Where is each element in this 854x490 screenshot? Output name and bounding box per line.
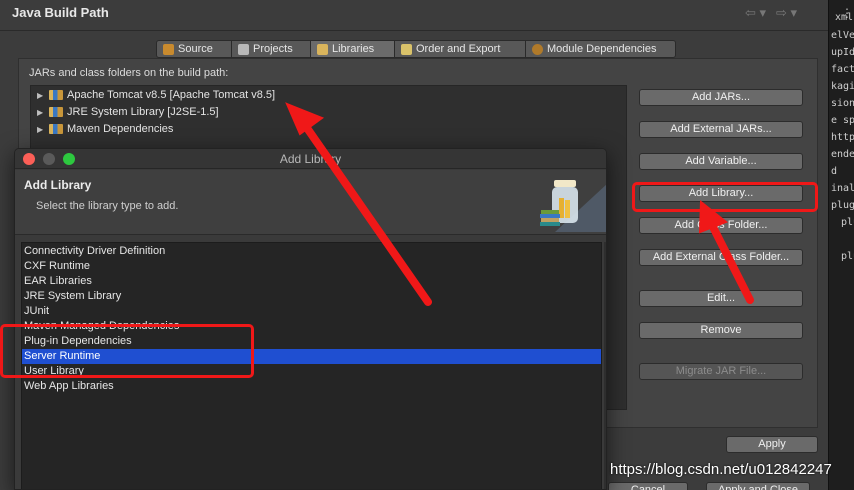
watermark: https://blog.csdn.net/u012842247	[610, 461, 832, 478]
annotation-arrows	[285, 102, 754, 306]
arrow-to-tomcat	[285, 102, 432, 306]
arrow-to-add-library	[698, 199, 754, 304]
